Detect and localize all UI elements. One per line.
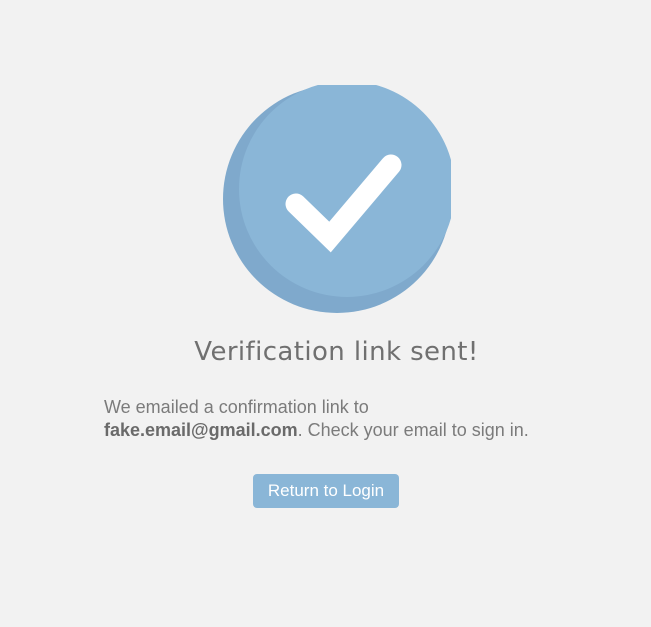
message-prefix: We emailed a confirmation link to	[104, 397, 369, 417]
page-title: Verification link sent!	[194, 337, 479, 367]
message-suffix: . Check your email to sign in.	[297, 420, 529, 440]
email-address: fake.email@gmail.com	[104, 420, 298, 440]
return-to-login-button[interactable]: Return to Login	[253, 474, 399, 508]
confirmation-message: We emailed a confirmation link to fake.em…	[104, 396, 624, 442]
checkmark-circle-icon	[223, 85, 451, 313]
